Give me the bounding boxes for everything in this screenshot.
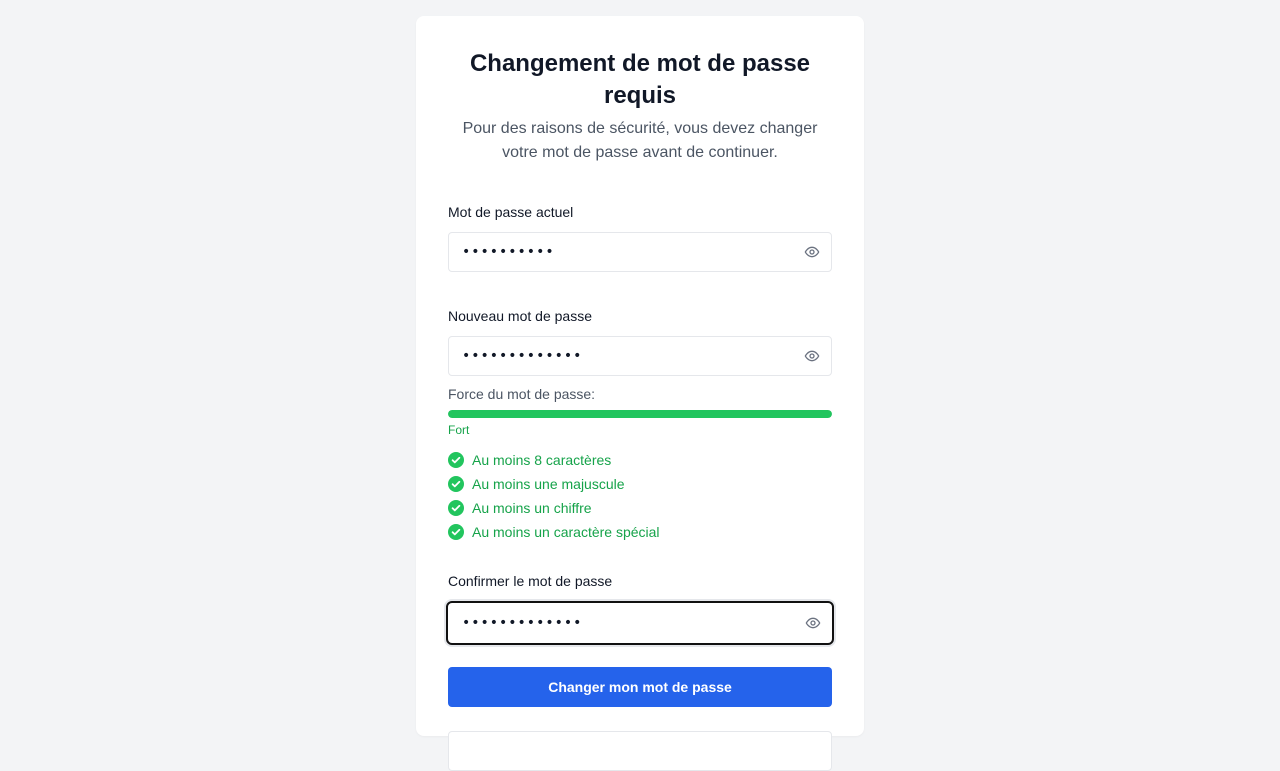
page-title: Changement de mot de passe requis [469,50,811,109]
confirm-password-label: Confirmer le mot de passe [448,573,613,589]
check-circle-icon [448,452,464,468]
requirement-text: Au moins un chiffre [472,500,592,516]
confirm-password-field: Confirmer le mot de passe [446,571,834,645]
new-password-input-wrapper [448,336,832,376]
check-circle-icon [448,524,464,540]
secondary-button[interactable] [448,731,832,771]
change-password-button[interactable]: Changer mon mot de passe [448,667,832,707]
confirm-password-input[interactable] [448,603,832,643]
strength-label: Force du mot de passe: [448,386,596,402]
strength-bar [448,410,832,418]
confirm-password-input-wrapper [446,601,834,645]
current-password-input-wrapper [448,232,832,272]
requirement-item: Au moins un chiffre [448,496,832,520]
strength-value: Fort [448,423,470,437]
eye-icon[interactable] [804,244,820,260]
current-password-label: Mot de passe actuel [448,204,574,220]
requirement-text: Au moins une majuscule [472,476,625,492]
new-password-input[interactable] [449,337,831,375]
current-password-field: Mot de passe actuel [448,202,832,272]
new-password-field: Nouveau mot de passe Force du mot de pas… [448,306,832,544]
new-password-label: Nouveau mot de passe [448,308,592,324]
requirement-item: Au moins 8 caractères [448,448,832,472]
requirement-item: Au moins une majuscule [448,472,832,496]
eye-icon[interactable] [805,615,821,631]
current-password-input[interactable] [449,233,831,271]
requirement-item: Au moins un caractère spécial [448,520,832,544]
check-circle-icon [448,500,464,516]
requirements-list: Au moins 8 caractères Au moins une majus… [448,448,832,544]
page-subtitle: Pour des raisons de sécurité, vous devez… [462,120,818,161]
requirement-text: Au moins 8 caractères [472,452,612,468]
check-circle-icon [448,476,464,492]
strength-bar-fill [448,410,832,418]
requirement-text: Au moins un caractère spécial [472,524,660,540]
password-change-card: Changement de mot de passe requis Pour d… [416,16,864,771]
eye-icon[interactable] [804,348,820,364]
